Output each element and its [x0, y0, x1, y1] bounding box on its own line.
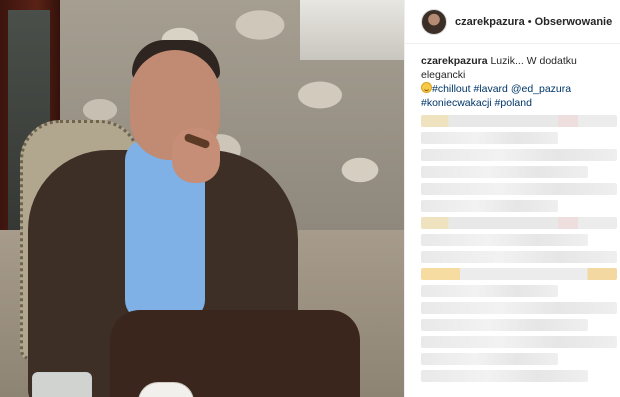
header-username[interactable]: czarekpazura	[455, 16, 525, 28]
smiling-face-emoji-icon	[421, 82, 432, 93]
caption: czarekpazura Luzik... W dodatku eleganck…	[405, 44, 620, 110]
post-photo[interactable]	[0, 0, 404, 397]
post-header: czarekpazura • Obserwowanie	[405, 0, 620, 44]
blurred-comment-row	[421, 115, 617, 127]
caption-username[interactable]: czarekpazura	[421, 55, 488, 67]
blurred-comment-row	[421, 183, 617, 195]
hashtag-lavard[interactable]: #lavard	[473, 83, 507, 95]
blurred-comment-row	[421, 268, 617, 280]
hashtag-koniecwakacji[interactable]: #koniecwakacji	[421, 97, 492, 109]
post-side-panel: czarekpazura • Obserwowanie czarekpazura…	[404, 0, 620, 397]
mention-ed-pazura[interactable]: @ed_pazura	[511, 83, 571, 95]
blurred-comment-row	[421, 370, 588, 382]
blurred-comment-row	[421, 251, 617, 263]
blurred-comments	[421, 115, 617, 397]
hashtag-poland[interactable]: #poland	[495, 97, 532, 109]
blurred-comment-row	[421, 319, 588, 331]
blurred-comment-row	[421, 149, 617, 161]
blurred-comment-row	[421, 234, 588, 246]
blurred-comment-row	[421, 200, 559, 212]
blurred-comment-row	[421, 285, 559, 297]
blurred-comment-row	[421, 132, 559, 144]
blurred-comment-row	[421, 353, 559, 365]
avatar[interactable]	[421, 8, 447, 35]
bright-window	[300, 0, 404, 60]
blurred-comment-row	[421, 166, 588, 178]
follow-button[interactable]: Obserwowanie	[535, 16, 613, 28]
blurred-comment-row	[421, 217, 617, 229]
blurred-comment-row	[421, 302, 617, 314]
header-separator: •	[527, 15, 532, 28]
blurred-comment-row	[421, 336, 617, 348]
hashtag-chillout[interactable]: #chillout	[432, 83, 471, 95]
instagram-post: czarekpazura • Obserwowanie czarekpazura…	[0, 0, 620, 397]
glass	[32, 372, 92, 397]
